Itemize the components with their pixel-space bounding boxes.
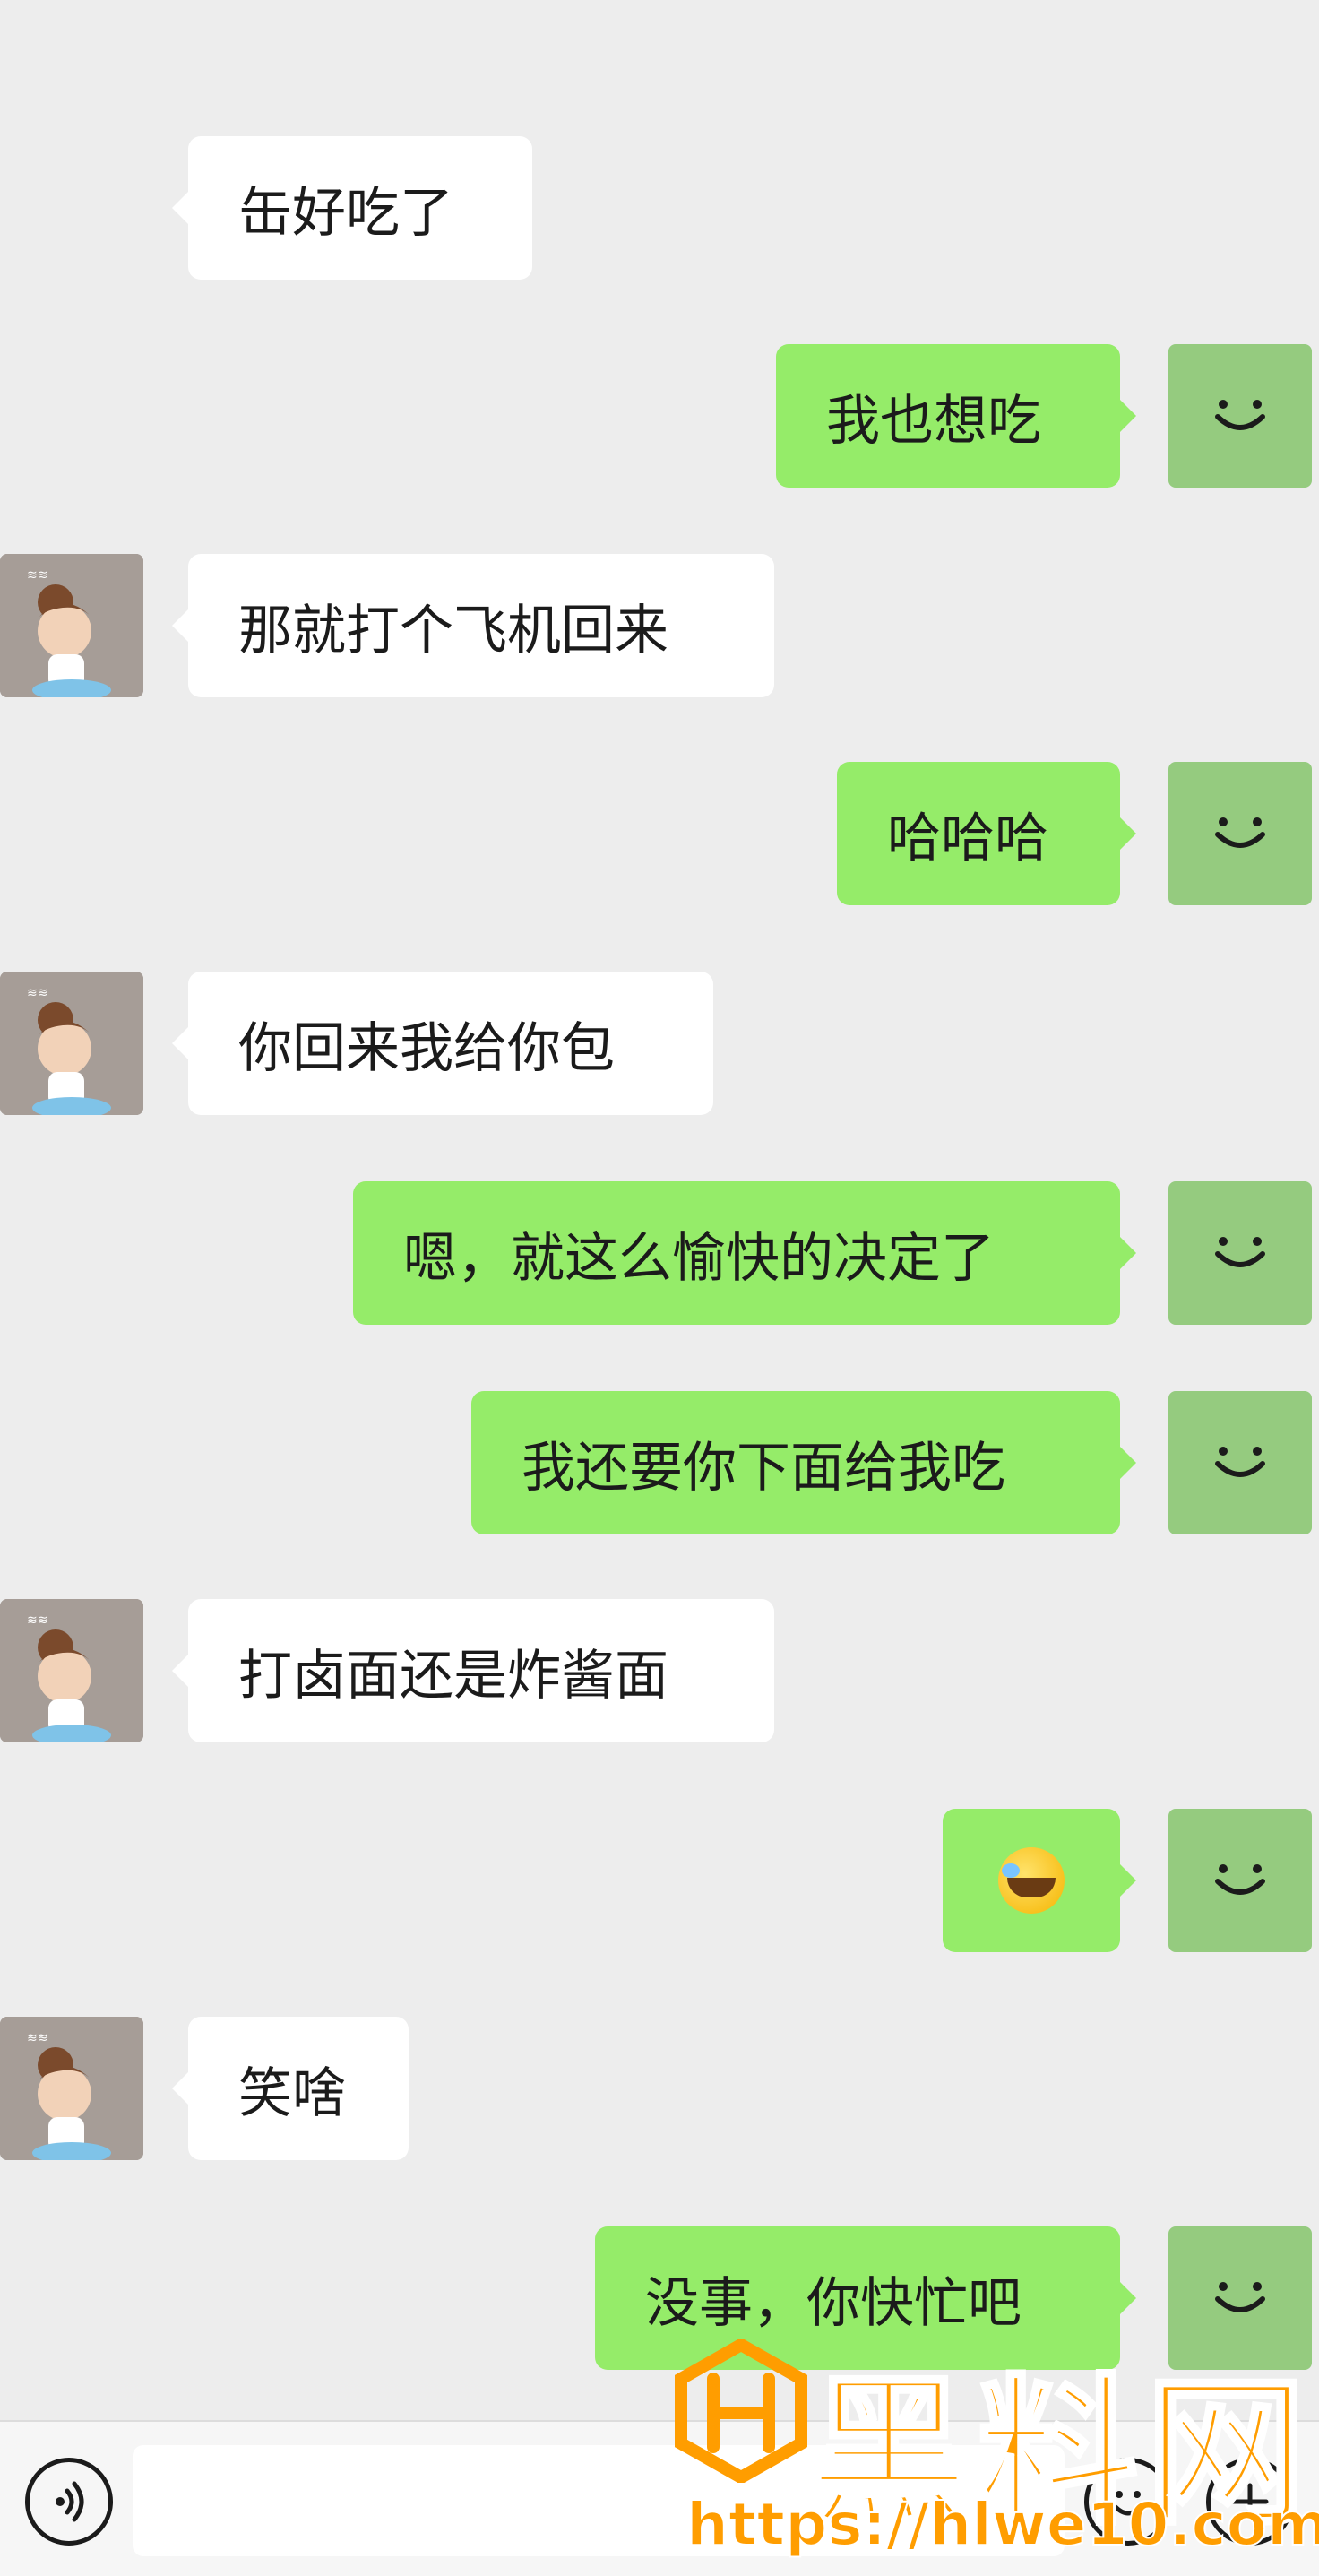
message-bubble-incoming[interactable]: 你回来我给你包 [172, 972, 713, 1115]
input-bar [0, 2420, 1319, 2576]
laughing-tears-emoji-icon [998, 1847, 1065, 1914]
svg-text:≋≋: ≋≋ [27, 568, 47, 583]
message-bubble-outgoing[interactable]: 哈哈哈 [837, 762, 1136, 905]
message-row: ≋≋ 那就打个飞机回来 [0, 554, 1319, 697]
cartoon-girl-icon: ≋≋ [0, 2017, 143, 2160]
contact-avatar[interactable]: ≋≋ [0, 1599, 143, 1742]
svg-text:≋≋: ≋≋ [27, 2031, 47, 2045]
self-avatar[interactable] [1168, 2226, 1312, 2370]
message-row: ≋≋ 你回来我给你包 [0, 972, 1319, 1115]
voice-icon [56, 2481, 84, 2522]
message-text: 我还要你下面给我吃 [522, 1436, 1005, 1500]
message-text: 笑啥 [238, 2062, 346, 2125]
message-row: 我也想吃 [0, 344, 1319, 488]
message-text: 那就打个飞机回来 [238, 599, 668, 662]
plus-icon [1231, 2483, 1269, 2520]
self-avatar[interactable] [1168, 1181, 1312, 1325]
contact-avatar[interactable]: ≋≋ [0, 972, 143, 1115]
chat-area[interactable]: 缶好吃了 我也想吃 ≋≋ 那就打个飞机回来 哈哈哈 ≋≋ 你回来我给你包 嗯，就… [0, 0, 1319, 2420]
message-row: 嗯，就这么愉快的决定了 [0, 1181, 1319, 1325]
message-row: ≋≋ 打卤面还是炸酱面 [0, 1599, 1319, 1742]
voice-button[interactable] [25, 2458, 113, 2546]
more-button[interactable] [1206, 2458, 1294, 2546]
message-bubble-incoming[interactable]: 笑啥 [172, 2017, 409, 2160]
svg-text:≋≋: ≋≋ [27, 986, 47, 1000]
message-bubble-outgoing[interactable]: 嗯，就这么愉快的决定了 [353, 1181, 1136, 1325]
self-avatar[interactable] [1168, 1809, 1312, 1952]
smile-face-icon [1215, 400, 1265, 430]
smile-face-icon [1215, 2282, 1265, 2312]
message-text: 嗯，就这么愉快的决定了 [403, 1226, 995, 1290]
contact-avatar[interactable]: ≋≋ [0, 554, 143, 697]
contact-avatar[interactable]: ≋≋ [0, 2017, 143, 2160]
self-avatar[interactable] [1168, 762, 1312, 905]
smile-face-icon [1215, 817, 1265, 848]
message-row: ≋≋ 笑啥 [0, 2017, 1319, 2160]
emoji-button[interactable] [1084, 2458, 1172, 2546]
svg-text:≋≋: ≋≋ [27, 1613, 47, 1628]
cartoon-girl-icon: ≋≋ [0, 1599, 143, 1742]
message-text: 你回来我给你包 [238, 1016, 615, 1080]
message-text: 哈哈哈 [887, 807, 1048, 870]
message-row: 我还要你下面给我吃 [0, 1391, 1319, 1534]
message-bubble-incoming[interactable]: 缶好吃了 [172, 136, 532, 280]
message-bubble-incoming[interactable]: 打卤面还是炸酱面 [172, 1599, 774, 1742]
self-avatar[interactable] [1168, 1391, 1312, 1534]
message-input[interactable] [133, 2445, 1065, 2556]
message-text: 打卤面还是炸酱面 [238, 1644, 668, 1707]
message-text: 我也想吃 [826, 389, 1041, 453]
smile-face-icon [1215, 1447, 1265, 1477]
message-row: 缶好吃了 [0, 136, 1319, 280]
message-row: 没事，你快忙吧 [0, 2226, 1319, 2370]
self-avatar[interactable] [1168, 344, 1312, 488]
message-bubble-outgoing[interactable]: 我还要你下面给我吃 [471, 1391, 1136, 1534]
message-bubble-outgoing[interactable]: 我也想吃 [776, 344, 1136, 488]
message-row [0, 1809, 1319, 1952]
message-bubble-outgoing[interactable]: 没事，你快忙吧 [595, 2226, 1136, 2370]
cartoon-girl-icon: ≋≋ [0, 554, 143, 697]
smile-face-icon [1215, 1237, 1265, 1267]
message-text: 没事，你快忙吧 [645, 2271, 1022, 2335]
message-bubble-outgoing[interactable] [943, 1809, 1136, 1952]
smiley-icon [1113, 2491, 1143, 2516]
message-bubble-incoming[interactable]: 那就打个飞机回来 [172, 554, 774, 697]
message-row: 哈哈哈 [0, 762, 1319, 905]
message-text: 缶好吃了 [238, 181, 453, 245]
smile-face-icon [1215, 1864, 1265, 1895]
cartoon-girl-icon: ≋≋ [0, 972, 143, 1115]
